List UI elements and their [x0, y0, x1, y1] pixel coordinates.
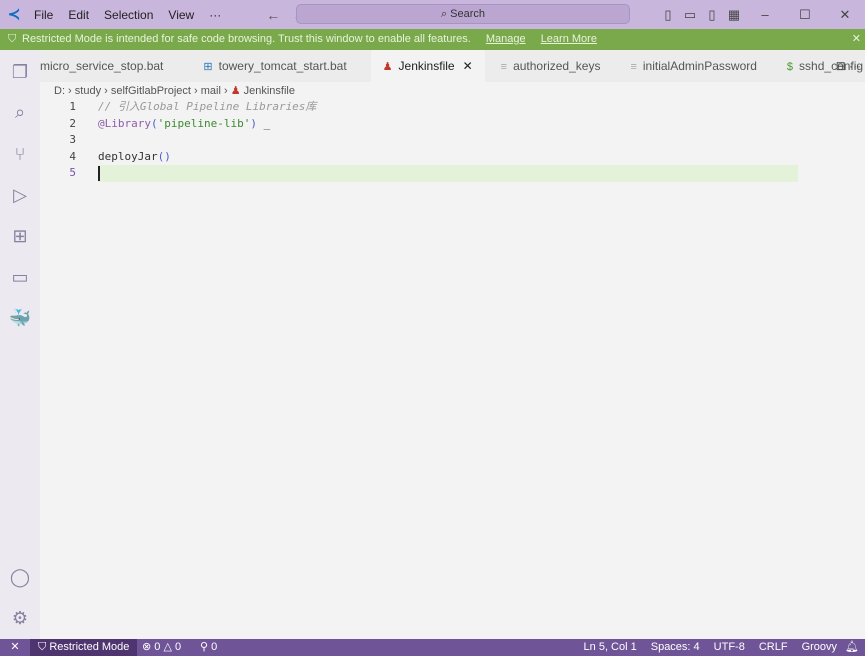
search-icon[interactable]: ⌕	[8, 100, 32, 124]
tab-authorized-keys[interactable]: ≡ authorized_keys	[489, 50, 613, 82]
search-icon: ⌕	[440, 8, 451, 20]
more-actions-icon[interactable]: ···	[849, 59, 861, 73]
vscode-logo-icon: ≺	[7, 5, 21, 23]
code-editor[interactable]: 1// 引入Global Pipeline Libraries库 2 @Libra…	[40, 99, 865, 182]
menu-bar: File Edit Selection View ···	[34, 8, 236, 22]
dollar-icon: $	[786, 61, 794, 73]
close-button[interactable]: ✕	[825, 7, 865, 23]
account-icon[interactable]: ◯	[8, 565, 32, 589]
toggle-panel-icon[interactable]: ▭	[679, 7, 701, 23]
code-line: 1// 引入Global Pipeline Libraries库	[69, 100, 317, 113]
banner-text: Restricted Mode is intended for safe cod…	[22, 33, 471, 45]
tab-bar: micro_service_stop.bat ⊞ towery_tomcat_st…	[40, 50, 865, 82]
activity-bar: ❐ ⌕ ⑂ ▷ ⊞ ▭ 🐳 ◯ ⚙	[0, 50, 40, 639]
problems-status[interactable]: ⊗ 0 △ 0	[142, 639, 181, 656]
remote-icon[interactable]: ✕	[0, 639, 30, 656]
breadcrumb: D: › study › selfGitlabProject › mail › …	[54, 85, 295, 97]
breadcrumb-item[interactable]: D:	[54, 85, 65, 97]
encoding[interactable]: UTF-8	[714, 639, 745, 656]
run-debug-icon[interactable]: ▷	[8, 183, 32, 207]
menu-view[interactable]: View	[168, 8, 194, 22]
tab-jenkinsfile[interactable]: ♟ Jenkinsfile ✕	[370, 50, 485, 82]
menu-more[interactable]: ···	[209, 8, 221, 22]
close-tab-icon[interactable]: ✕	[463, 59, 473, 73]
indentation[interactable]: Spaces: 4	[651, 639, 700, 656]
back-arrow-icon[interactable]: ←	[266, 7, 280, 23]
shield-icon: ⛉	[8, 33, 17, 45]
tab-towery-tomcat-start[interactable]: ⊞ towery_tomcat_start.bat	[191, 50, 358, 82]
explorer-icon[interactable]: ❐	[8, 60, 32, 84]
jenkins-icon: ♟	[382, 61, 393, 73]
split-editor-icon[interactable]: ⊟	[836, 59, 846, 73]
menu-selection[interactable]: Selection	[104, 8, 153, 22]
antenna-icon: ⚲	[200, 641, 209, 653]
extensions-icon[interactable]: ⊞	[8, 224, 32, 248]
lines-icon: ≡	[630, 61, 637, 73]
status-bar: ✕ ⛉ Restricted Mode ⊗ 0 △ 0 ⚲ 0 Ln 5, Co…	[0, 639, 865, 656]
lines-icon: ≡	[500, 61, 508, 73]
code-line: 3	[69, 133, 76, 146]
minimize-button[interactable]: –	[745, 7, 785, 22]
restricted-mode-banner: ⛉ Restricted Mode is intended for safe c…	[0, 29, 865, 50]
breadcrumb-item[interactable]: mail	[201, 85, 221, 97]
menu-edit[interactable]: Edit	[68, 8, 89, 22]
menu-file[interactable]: File	[34, 8, 53, 22]
code-line-current: 5	[40, 165, 865, 182]
bell-icon[interactable]: 🔔︎	[845, 639, 859, 656]
manage-link[interactable]: Manage	[486, 33, 526, 45]
source-control-icon[interactable]: ⑂	[8, 142, 32, 166]
customize-layout-icon[interactable]: ▦	[723, 7, 745, 23]
tab-micro-service-stop[interactable]: micro_service_stop.bat	[40, 50, 175, 82]
code-line: 2 @Library('pipeline-lib') _	[69, 116, 271, 130]
breadcrumb-item[interactable]: study	[75, 85, 101, 97]
search-label: Search	[450, 8, 486, 20]
toggle-sidebar-icon[interactable]: ▯	[657, 7, 679, 23]
tab-initial-admin-password[interactable]: ≡ initialAdminPassword	[618, 50, 768, 82]
jenkins-icon: ♟	[230, 85, 241, 97]
cursor-position[interactable]: Ln 5, Col 1	[584, 639, 637, 656]
ports-status[interactable]: ⚲ 0	[200, 639, 217, 656]
breadcrumb-item[interactable]: selfGitlabProject	[111, 85, 191, 97]
search-box[interactable]: ⌕ Search	[296, 4, 630, 24]
learn-more-link[interactable]: Learn More	[541, 33, 597, 45]
restricted-mode-status[interactable]: ⛉ Restricted Mode	[30, 639, 138, 656]
breadcrumb-item[interactable]: Jenkinsfile	[244, 85, 295, 97]
maximize-button[interactable]: ☐	[785, 7, 825, 23]
title-bar: ≺ FileEditSelectionView··· ←→ ⌕ Search ▯…	[0, 0, 865, 29]
code-line: 4 deployJar()	[69, 149, 171, 163]
close-icon[interactable]: ✕	[852, 29, 861, 50]
text-cursor	[98, 165, 100, 181]
docker-icon[interactable]: 🐳	[8, 306, 32, 330]
windows-icon: ⊞	[203, 61, 213, 73]
language-mode[interactable]: Groovy	[802, 639, 837, 656]
remote-explorer-icon[interactable]: ▭	[8, 265, 32, 289]
gear-icon[interactable]: ⚙	[8, 606, 32, 630]
line-ending[interactable]: CRLF	[759, 639, 788, 656]
toggle-secondary-sidebar-icon[interactable]: ▯	[701, 7, 723, 23]
